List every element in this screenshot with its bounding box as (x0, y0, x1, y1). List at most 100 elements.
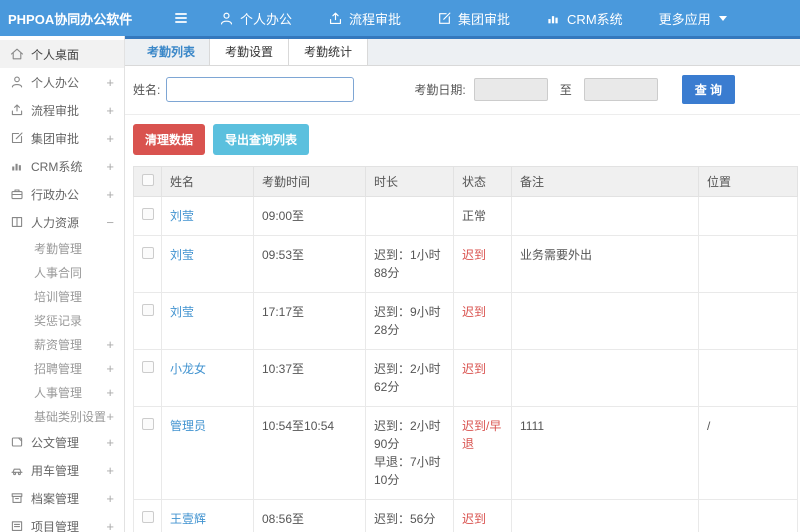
name-cell: 刘莹 (161, 292, 254, 350)
home-icon (10, 47, 24, 61)
row-checkbox-cell (133, 349, 162, 407)
nav-item-personal-office[interactable]: 个人办公 (219, 9, 292, 28)
tab-attendance-statistics[interactable]: 考勤统计 (288, 39, 369, 65)
sidebar-item-admin-office[interactable]: 行政办公 + (0, 180, 124, 208)
date-from-input[interactable] (473, 78, 548, 101)
sidebar-item-training-management[interactable]: 培训管理 (0, 284, 124, 308)
sidebar-item-vehicle-management[interactable]: 用车管理 + (0, 456, 124, 484)
sidebar: 个人桌面 个人办公 + 流程审批 + 集团审批 + CRM系统 + 行政办公 + 人力资源 − 考勤管理人… (0, 36, 125, 532)
nav-item-crm-system[interactable]: CRM系统 (546, 9, 623, 28)
tab-attendance-settings[interactable]: 考勤设置 (209, 39, 290, 65)
row-checkbox[interactable] (142, 304, 154, 316)
tab-strip: 考勤列表 考勤设置 考勤统计 (125, 39, 800, 66)
row-checkbox[interactable] (142, 511, 154, 523)
expand-plus-icon[interactable]: + (106, 463, 114, 478)
status-cell: 迟到 (453, 499, 512, 532)
sidebar-item-archive-management[interactable]: 档案管理 + (0, 484, 124, 512)
sidebar-item-crm-system[interactable]: CRM系统 + (0, 152, 124, 180)
sidebar-item-human-resources[interactable]: 人力资源 − (0, 208, 124, 236)
row-checkbox[interactable] (142, 247, 154, 259)
column-header: 时长 (365, 166, 454, 197)
select-all-checkbox[interactable] (142, 174, 154, 186)
sidebar-item-personnel-management[interactable]: 人事管理 + (0, 380, 124, 404)
query-button[interactable]: 查 询 (681, 75, 736, 104)
name-input[interactable] (166, 77, 355, 102)
employee-name-link[interactable]: 管理员 (170, 419, 206, 433)
sidebar-item-attendance-management[interactable]: 考勤管理 (0, 236, 124, 260)
edit-icon (10, 131, 24, 145)
tab-attendance-list[interactable]: 考勤列表 (132, 39, 210, 65)
row-checkbox[interactable] (142, 418, 154, 430)
time-cell: 09:00至 (253, 196, 366, 236)
name-label: 姓名: (133, 83, 161, 97)
expand-plus-icon[interactable]: + (106, 75, 114, 90)
row-checkbox[interactable] (142, 361, 154, 373)
nav-item-label: CRM系统 (567, 11, 623, 27)
app-logo: PHPOA协同办公软件 (8, 11, 133, 27)
employee-name-link[interactable]: 刘莹 (170, 305, 194, 319)
sidebar-item-document-management[interactable]: 公文管理 + (0, 428, 124, 456)
date-to-input[interactable] (583, 78, 658, 101)
time-cell: 10:54至10:54 (253, 406, 366, 500)
sidebar-item-recruitment-management[interactable]: 招聘管理 + (0, 356, 124, 380)
sidebar-item-workflow-approval[interactable]: 流程审批 + (0, 96, 124, 124)
row-checkbox[interactable] (142, 208, 154, 220)
expand-plus-icon[interactable]: + (106, 337, 114, 352)
export-list-button[interactable]: 导出查询列表 (213, 124, 310, 155)
status-badge: 正常 (462, 209, 487, 223)
hamburger-menu-icon[interactable] (173, 10, 189, 26)
status-badge: 迟到 (462, 305, 487, 319)
sidebar-item-personal-office[interactable]: 个人办公 + (0, 68, 124, 96)
expand-plus-icon[interactable]: + (106, 103, 114, 118)
search-form: 姓名: 考勤日期: 至 查 询 (125, 66, 800, 115)
expand-plus-icon[interactable]: + (106, 519, 114, 532)
name-cell: 刘莹 (161, 196, 254, 236)
expand-plus-icon[interactable]: + (106, 159, 114, 174)
to-label: 至 (559, 83, 572, 97)
note-cell (511, 292, 699, 350)
sidebar-item-project-management[interactable]: 项目管理 + (0, 512, 124, 532)
sidebar-item-label: 流程审批 (31, 103, 80, 118)
sidebar-item-basic-category-settings[interactable]: 基础类别设置 + (0, 404, 124, 428)
table-row: 刘莹 09:53至 迟到：1小时88分 迟到 业务需要外出 (133, 235, 798, 293)
sidebar-item-label: 个人办公 (31, 75, 80, 90)
duration-text: 迟到：56分 (374, 512, 436, 526)
sidebar-item-label: 个人桌面 (31, 47, 80, 62)
expand-plus-icon[interactable]: + (106, 435, 114, 450)
sidebar-item-personal-desktop[interactable]: 个人桌面 (0, 40, 124, 68)
expand-plus-icon[interactable]: + (106, 361, 114, 376)
sidebar-item-label: 人事管理 (34, 385, 83, 400)
attendance-table: 姓名 考勤时间 时长 状态 备注 位置 刘莹 09:00至 正常 刘莹 09:53至 迟到：1小时8… (133, 166, 798, 532)
employee-name-link[interactable]: 刘莹 (170, 248, 194, 262)
nav-item-workflow-approval[interactable]: 流程审批 (328, 9, 401, 28)
archive-icon (10, 491, 24, 505)
sidebar-item-group-approval[interactable]: 集团审批 + (0, 124, 124, 152)
nav-item-label: 流程审批 (349, 11, 402, 27)
sidebar-item-label: 档案管理 (31, 491, 80, 506)
sidebar-item-salary-management[interactable]: 薪资管理 + (0, 332, 124, 356)
employee-name-link[interactable]: 王壹辉 (170, 512, 206, 526)
user-icon (219, 11, 234, 26)
column-header: 位置 (698, 166, 798, 197)
nav-item-label: 个人办公 (240, 11, 293, 27)
expand-plus-icon[interactable]: + (106, 131, 114, 146)
expand-plus-icon[interactable]: + (106, 409, 114, 424)
nav-item-more-apps[interactable]: 更多应用 (659, 9, 727, 28)
employee-name-link[interactable]: 小龙女 (170, 362, 206, 376)
employee-name-link[interactable]: 刘莹 (170, 209, 194, 223)
sidebar-item-personnel-contract[interactable]: 人事合同 (0, 260, 124, 284)
duration-text: 迟到：1小时88分 (374, 248, 441, 280)
date-label: 考勤日期: (414, 83, 466, 97)
process-icon (10, 103, 24, 117)
status-cell: 迟到 (453, 349, 512, 407)
expand-plus-icon[interactable]: + (106, 491, 114, 506)
collapse-minus-icon[interactable]: − (106, 215, 114, 230)
sidebar-item-reward-punishment[interactable]: 奖惩记录 (0, 308, 124, 332)
sidebar-item-label: 用车管理 (31, 463, 80, 478)
expand-plus-icon[interactable]: + (106, 187, 114, 202)
clean-data-button[interactable]: 清理数据 (133, 124, 206, 155)
nav-item-group-approval[interactable]: 集团审批 (437, 9, 510, 28)
expand-plus-icon[interactable]: + (106, 385, 114, 400)
time-cell: 10:37至 (253, 349, 366, 407)
duration-cell: 迟到：56分 (365, 499, 454, 532)
